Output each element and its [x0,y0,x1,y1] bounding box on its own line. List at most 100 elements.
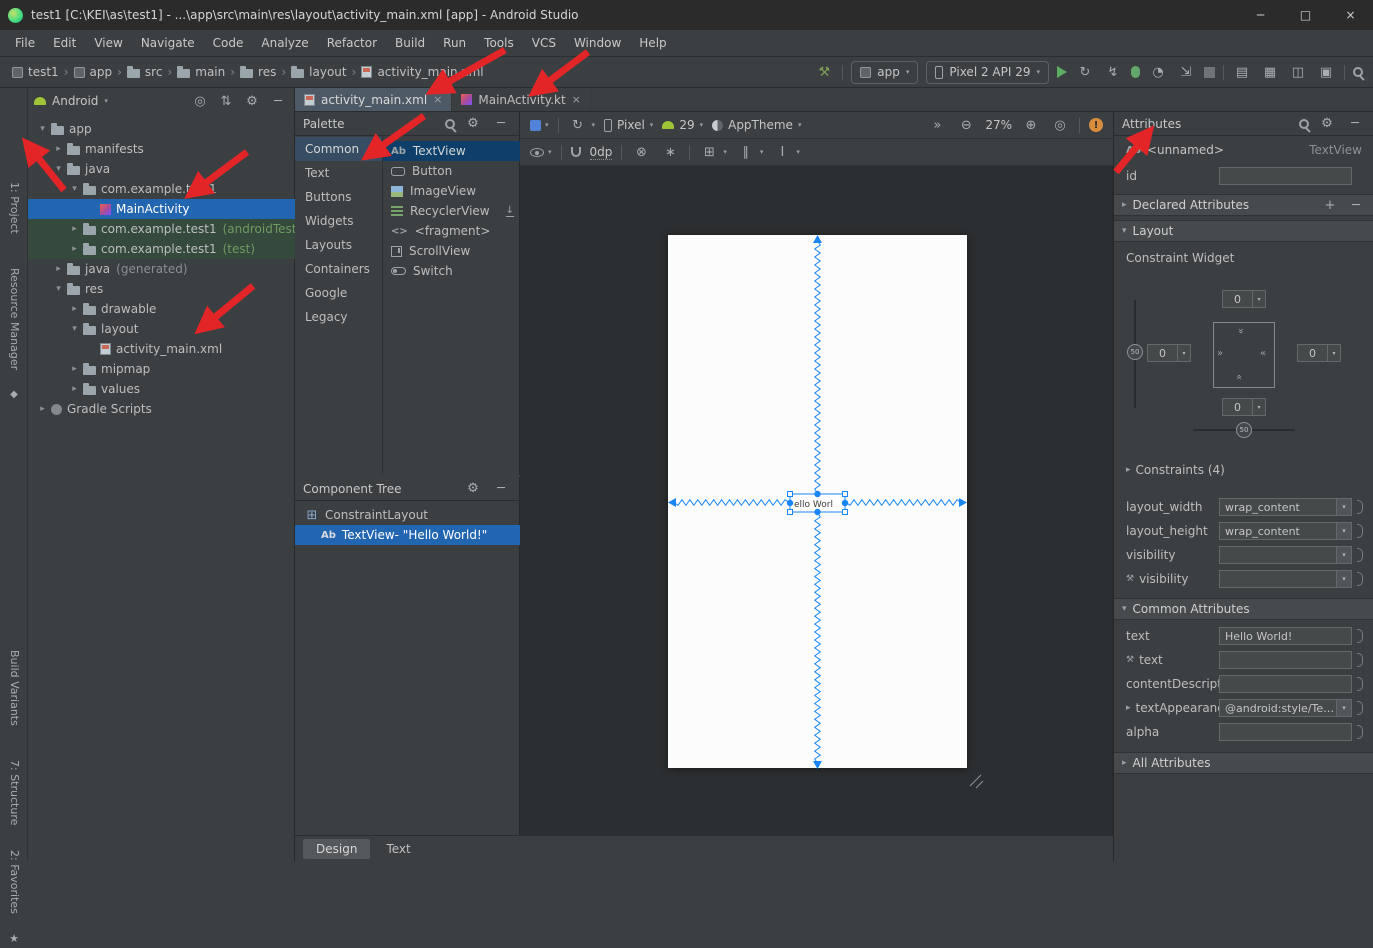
attr-flag[interactable] [1357,572,1363,586]
tool-button-favorites[interactable]: 2: Favorites [8,850,21,914]
chevron-down-icon[interactable]: ▾ [1336,523,1351,539]
menu-vcs[interactable]: VCS [523,36,565,50]
autoconnect-magnet-icon[interactable] [571,147,581,157]
palette-item-fragment[interactable]: <><fragment> [383,221,520,241]
device-menu[interactable]: Pixel▾ [604,118,653,132]
tree-item-package-androidtest[interactable]: ▸com.example.test1(androidTest) [28,219,295,239]
menu-refactor[interactable]: Refactor [318,36,386,50]
close-button[interactable]: × [1328,0,1373,30]
palette-category-containers[interactable]: Containers [295,257,382,281]
search-everywhere-icon[interactable] [1353,67,1363,77]
vertical-bias-knob[interactable]: 50 [1127,344,1143,360]
breadcrumb-activity-main-xml[interactable]: activity_main.xml [359,65,485,79]
expand-arrow-icon[interactable]: ▸ [34,404,51,414]
tree-item-res[interactable]: ▾res [28,279,295,299]
gear-icon[interactable]: ⚙ [242,91,262,111]
expand-arrow-icon[interactable]: ▸ [66,224,83,234]
locate-file-icon[interactable]: ◎ [190,91,210,111]
palette-category-google[interactable]: Google [295,281,382,305]
tree-item-app[interactable]: ▾app [28,119,295,139]
expand-arrow-icon[interactable]: ▸ [66,304,83,314]
breadcrumb-test1[interactable]: test1 [10,65,61,79]
run-config-selector[interactable]: app▾ [851,61,918,84]
component-constraintlayout[interactable]: ⊞ConstraintLayout [295,505,520,525]
tree-item-mipmap[interactable]: ▸mipmap [28,359,295,379]
menu-window[interactable]: Window [565,36,630,50]
layout-height-selector[interactable]: wrap_content▾ [1219,522,1352,540]
tab-activity-main-xml[interactable]: activity_main.xml × [295,88,452,111]
component-textview[interactable]: AbTextView- "Hello World!" [295,525,520,545]
profile-button[interactable]: ◔ [1148,62,1168,82]
hide-panel-icon[interactable]: ─ [491,114,511,134]
tools-text-input[interactable] [1219,651,1352,669]
avd-manager-button[interactable]: ◫ [1288,62,1308,82]
device-file-explorer-button[interactable]: ▤ [1232,62,1252,82]
search-icon[interactable] [1299,119,1309,129]
debug-button[interactable] [1131,66,1140,78]
orientation-selector[interactable]: ↻▾ [568,115,596,135]
expand-arrow-icon[interactable]: ▸ [66,364,83,374]
menu-analyze[interactable]: Analyze [252,36,317,50]
tab-mainactivity-kt[interactable]: MainActivity.kt × [452,88,591,111]
attr-flag[interactable] [1357,500,1363,514]
tool-button-build-variants[interactable]: Build Variants [8,650,21,726]
tools-visibility-selector[interactable]: ▾ [1219,570,1352,588]
tree-item-gradle-scripts[interactable]: ▸Gradle Scripts [28,399,295,419]
palette-category-legacy[interactable]: Legacy [295,305,382,329]
expand-arrow-icon[interactable]: ▸ [66,384,83,394]
menu-file[interactable]: File [6,36,44,50]
chevron-down-icon[interactable]: ▾ [1336,547,1351,563]
align-menu[interactable]: ∥▾ [736,142,764,162]
expand-arrow-icon[interactable]: ▾ [50,164,67,174]
clear-constraints-button[interactable]: ⊗ [631,142,651,162]
expand-arrow-icon[interactable]: ▸ [50,264,67,274]
attach-debugger-button[interactable]: ⇲ [1176,62,1196,82]
design-surface-selector[interactable]: ▾ [530,120,549,131]
tree-item-activity-main-xml[interactable]: activity_main.xml [28,339,295,359]
margin-right-selector[interactable]: 0▾ [1297,344,1341,362]
default-margin-selector[interactable]: 0dp [590,145,613,160]
close-tab-icon[interactable]: × [433,93,442,106]
zoom-fit-button[interactable]: ◎ [1050,115,1070,135]
favorites-star-icon[interactable]: ★ [4,928,24,948]
attr-flag[interactable] [1357,725,1363,739]
palette-category-layouts[interactable]: Layouts [295,233,382,257]
add-attribute-button[interactable]: + [1320,195,1340,215]
menu-view[interactable]: View [85,36,131,50]
attr-flag[interactable] [1357,524,1363,538]
gear-icon[interactable]: ⚙ [463,479,483,499]
chevron-down-icon[interactable]: ▾ [1252,399,1265,415]
menu-help[interactable]: Help [630,36,675,50]
constraint-handle-bottom-icon[interactable]: » [1235,376,1245,380]
search-icon[interactable] [445,119,455,129]
overflow-chevrons-icon[interactable]: » [927,115,947,135]
menu-build[interactable]: Build [386,36,434,50]
device-selector[interactable]: Pixel 2 API 29▾ [926,61,1049,84]
palette-item-button[interactable]: Button [383,161,520,181]
breadcrumb-layout[interactable]: layout [289,65,348,79]
tree-item-package-test[interactable]: ▸com.example.test1(test) [28,239,295,259]
margin-left-selector[interactable]: 0▾ [1147,344,1191,362]
layout-inspector-button[interactable]: ▦ [1260,62,1280,82]
palette-item-textview[interactable]: AbTextView [383,141,520,161]
horizontal-bias-knob[interactable]: 50 [1236,422,1252,438]
attr-flag[interactable] [1357,653,1363,667]
run-button[interactable] [1057,66,1067,78]
tree-item-java-generated[interactable]: ▸java(generated) [28,259,295,279]
gear-icon[interactable]: ⚙ [463,114,483,134]
chevron-down-icon[interactable]: ▾ [1336,571,1351,587]
section-layout[interactable]: ▾ Layout [1114,220,1373,242]
expand-arrow-icon[interactable]: ▾ [50,284,67,294]
chevron-down-icon[interactable]: ▾ [1327,345,1340,361]
stop-button[interactable] [1204,67,1215,78]
section-common-attributes[interactable]: ▾ Common Attributes [1114,598,1373,620]
hide-panel-icon[interactable]: ─ [1345,114,1365,134]
constraint-handle-left-icon[interactable]: » [1217,349,1221,359]
constraint-handle-top-icon[interactable]: » [1235,328,1245,332]
minimize-button[interactable]: ─ [1238,0,1283,30]
tree-item-drawable[interactable]: ▸drawable [28,299,295,319]
download-icon[interactable]: ↓ [506,206,514,217]
warnings-badge[interactable]: ! [1089,118,1103,132]
tree-item-values[interactable]: ▸values [28,379,295,399]
chevron-down-icon[interactable]: ▾ [1336,700,1351,716]
